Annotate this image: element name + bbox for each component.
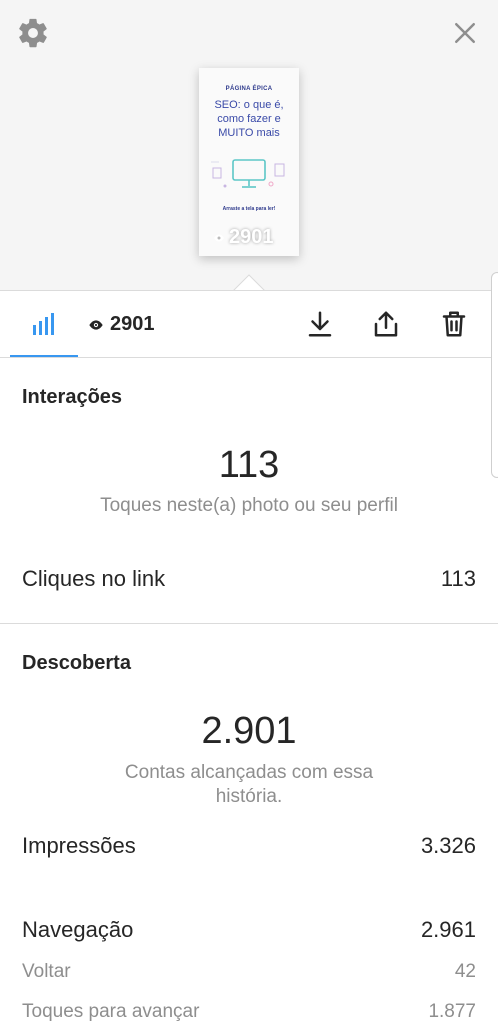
viewer-count: 2901	[110, 313, 155, 335]
insights-tab-bar: 2901	[0, 290, 498, 358]
eye-icon	[89, 319, 103, 330]
forward-taps-label: Toques para avançar	[22, 1001, 200, 1022]
tab-viewers[interactable]: 2901	[88, 313, 155, 336]
section-divider	[0, 623, 498, 624]
back-value: 42	[454, 961, 476, 982]
discovery-title: Descoberta	[22, 652, 131, 674]
story-preview-area: PÁGINA ÉPICA SEO: o que é, como fazer e …	[0, 0, 498, 292]
impressions-value: 3.326	[420, 833, 476, 858]
share-icon[interactable]	[371, 309, 401, 339]
back-label: Voltar	[22, 961, 71, 982]
thumb-view-count: 2901	[213, 226, 274, 249]
bar-chart-icon	[33, 313, 54, 335]
download-icon[interactable]	[305, 309, 335, 339]
interactions-description: Toques neste(a) photo ou seu perfil	[100, 495, 398, 516]
interactions-count: 113	[218, 444, 280, 486]
trash-icon[interactable]	[439, 309, 469, 339]
link-clicks-label: Cliques no link	[22, 566, 166, 591]
impressions-label: Impressões	[22, 833, 136, 858]
thumb-cta: Arraste a tela para ler!	[222, 206, 276, 212]
reach-description: Contas alcançadas com essa história.	[124, 762, 374, 807]
thumb-title: SEO: o que é, como fazer e MUITO mais	[214, 99, 284, 139]
eye-icon	[214, 234, 224, 241]
reach-count: 2.901	[201, 710, 297, 752]
link-clicks-value: 113	[440, 566, 476, 591]
close-icon[interactable]	[450, 18, 480, 48]
thumb-kicker: PÁGINA ÉPICA	[225, 86, 273, 92]
gear-icon[interactable]	[16, 16, 50, 50]
interactions-title: Interações	[22, 386, 123, 408]
tab-insights[interactable]	[10, 291, 78, 357]
thumb-views-text: 2901	[229, 226, 274, 248]
forward-taps-value: 1.877	[428, 1001, 476, 1022]
story-thumbnail[interactable]: PÁGINA ÉPICA SEO: o que é, como fazer e …	[199, 68, 299, 256]
monitor-illustration	[211, 159, 285, 188]
navigation-label: Navegação	[22, 917, 134, 942]
navigation-value: 2.961	[420, 917, 476, 942]
